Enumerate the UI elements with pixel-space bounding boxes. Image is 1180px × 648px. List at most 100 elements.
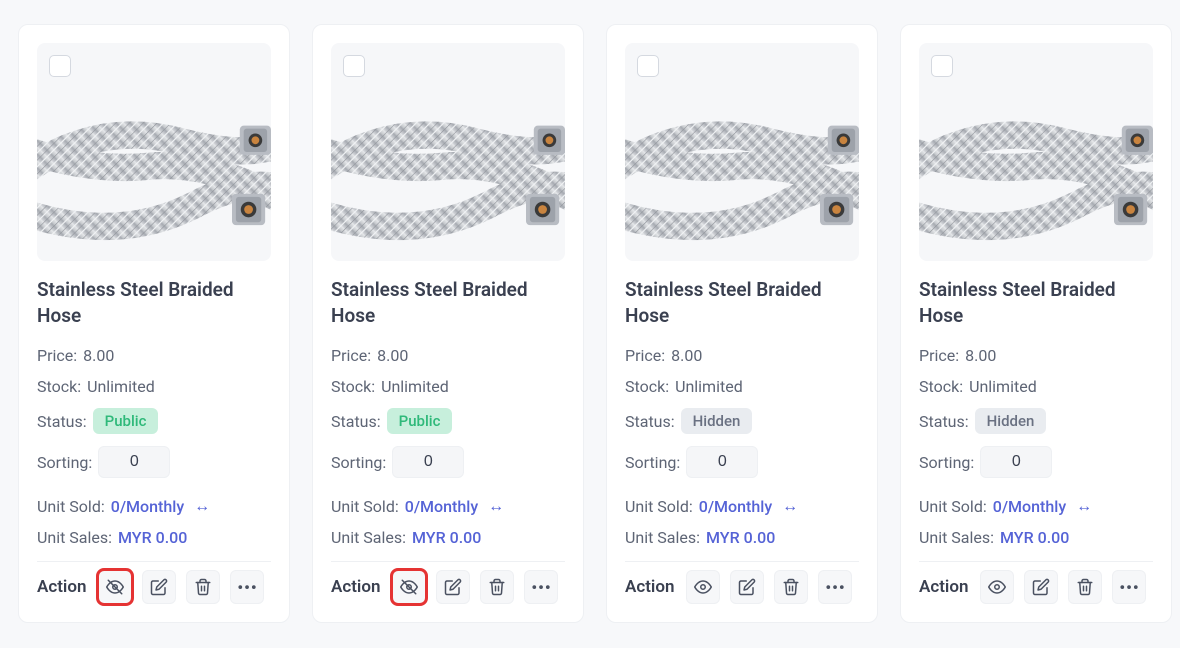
delete-button[interactable] <box>480 570 514 604</box>
more-button[interactable]: ••• <box>230 570 264 604</box>
select-checkbox[interactable] <box>343 55 365 77</box>
action-label: Action <box>625 577 674 597</box>
unit-sold-value[interactable]: 0/Monthly <box>699 497 772 516</box>
divider <box>919 561 1153 562</box>
unit-sales-label: Unit Sales: <box>919 528 994 547</box>
product-illustration <box>331 43 565 261</box>
product-image <box>37 43 271 261</box>
action-row: Action <box>625 570 859 604</box>
stock-row: Stock: Unlimited <box>625 377 859 396</box>
price-label: Price: <box>331 346 371 365</box>
visibility-button[interactable] <box>980 570 1014 604</box>
product-card: Stainless Steel Braided Hose Price: 8.00… <box>312 24 584 623</box>
swap-icon[interactable]: ↔ <box>488 496 504 516</box>
divider <box>37 561 271 562</box>
trash-icon <box>194 578 212 596</box>
status-badge: Public <box>93 408 159 434</box>
swap-icon[interactable]: ↔ <box>194 496 210 516</box>
unit-sold-value[interactable]: 0/Monthly <box>405 497 478 516</box>
status-badge: Public <box>387 408 453 434</box>
divider <box>625 561 859 562</box>
product-card: Stainless Steel Braided Hose Price: 8.00… <box>18 24 290 623</box>
unit-sold-label: Unit Sold: <box>331 497 399 516</box>
ellipsis-icon: ••• <box>237 578 257 597</box>
status-label: Status: <box>625 412 675 431</box>
sorting-input[interactable] <box>392 446 464 478</box>
action-row: Action <box>331 570 565 604</box>
unit-sold-value[interactable]: 0/Monthly <box>111 497 184 516</box>
ellipsis-icon: ••• <box>1119 578 1139 597</box>
select-checkbox[interactable] <box>49 55 71 77</box>
unit-sales-value[interactable]: MYR 0.00 <box>1000 528 1069 547</box>
edit-icon <box>444 578 462 596</box>
unit-sold-row: Unit Sold: 0/Monthly ↔ <box>331 496 565 516</box>
sorting-label: Sorting: <box>37 453 92 472</box>
unit-sales-row: Unit Sales: MYR 0.00 <box>919 528 1153 547</box>
visibility-button[interactable] <box>392 570 426 604</box>
status-row: Status: Hidden <box>919 408 1153 434</box>
stock-label: Stock: <box>919 377 963 396</box>
delete-button[interactable] <box>774 570 808 604</box>
delete-button[interactable] <box>186 570 220 604</box>
status-badge: Hidden <box>975 408 1047 434</box>
eye-icon <box>694 578 712 596</box>
sorting-label: Sorting: <box>919 453 974 472</box>
unit-sold-label: Unit Sold: <box>625 497 693 516</box>
status-row: Status: Public <box>37 408 271 434</box>
more-button[interactable]: ••• <box>1112 570 1146 604</box>
sorting-row: Sorting: <box>625 446 859 478</box>
edit-button[interactable] <box>142 570 176 604</box>
edit-icon <box>738 578 756 596</box>
price-row: Price: 8.00 <box>331 346 565 365</box>
sorting-input[interactable] <box>686 446 758 478</box>
action-label: Action <box>331 577 380 597</box>
sorting-input[interactable] <box>980 446 1052 478</box>
product-title: Stainless Steel Braided Hose <box>919 277 1153 328</box>
more-button[interactable]: ••• <box>818 570 852 604</box>
edit-button[interactable] <box>1024 570 1058 604</box>
stock-row: Stock: Unlimited <box>919 377 1153 396</box>
sorting-row: Sorting: <box>37 446 271 478</box>
edit-button[interactable] <box>436 570 470 604</box>
product-illustration <box>625 43 859 261</box>
unit-sales-label: Unit Sales: <box>37 528 112 547</box>
status-label: Status: <box>331 412 381 431</box>
unit-sold-value[interactable]: 0/Monthly <box>993 497 1066 516</box>
trash-icon <box>1076 578 1094 596</box>
price-value: 8.00 <box>671 346 702 365</box>
visibility-button[interactable] <box>686 570 720 604</box>
edit-icon <box>1032 578 1050 596</box>
unit-sales-row: Unit Sales: MYR 0.00 <box>625 528 859 547</box>
sorting-row: Sorting: <box>919 446 1153 478</box>
sorting-input[interactable] <box>98 446 170 478</box>
unit-sales-value[interactable]: MYR 0.00 <box>412 528 481 547</box>
select-checkbox[interactable] <box>637 55 659 77</box>
product-image <box>331 43 565 261</box>
stock-value: Unlimited <box>381 377 449 396</box>
unit-sales-label: Unit Sales: <box>331 528 406 547</box>
unit-sold-row: Unit Sold: 0/Monthly ↔ <box>37 496 271 516</box>
stock-label: Stock: <box>37 377 81 396</box>
action-label: Action <box>919 577 968 597</box>
stock-row: Stock: Unlimited <box>331 377 565 396</box>
status-label: Status: <box>919 412 969 431</box>
visibility-button[interactable] <box>98 570 132 604</box>
swap-icon[interactable]: ↔ <box>1076 496 1092 516</box>
unit-sales-value[interactable]: MYR 0.00 <box>118 528 187 547</box>
more-button[interactable]: ••• <box>524 570 558 604</box>
swap-icon[interactable]: ↔ <box>782 496 798 516</box>
select-checkbox[interactable] <box>931 55 953 77</box>
price-row: Price: 8.00 <box>37 346 271 365</box>
sorting-label: Sorting: <box>331 453 386 472</box>
price-label: Price: <box>919 346 959 365</box>
product-card: Stainless Steel Braided Hose Price: 8.00… <box>900 24 1172 623</box>
product-image <box>919 43 1153 261</box>
delete-button[interactable] <box>1068 570 1102 604</box>
stock-label: Stock: <box>625 377 669 396</box>
stock-value: Unlimited <box>87 377 155 396</box>
stock-row: Stock: Unlimited <box>37 377 271 396</box>
status-badge: Hidden <box>681 408 753 434</box>
price-value: 8.00 <box>377 346 408 365</box>
edit-button[interactable] <box>730 570 764 604</box>
unit-sales-value[interactable]: MYR 0.00 <box>706 528 775 547</box>
